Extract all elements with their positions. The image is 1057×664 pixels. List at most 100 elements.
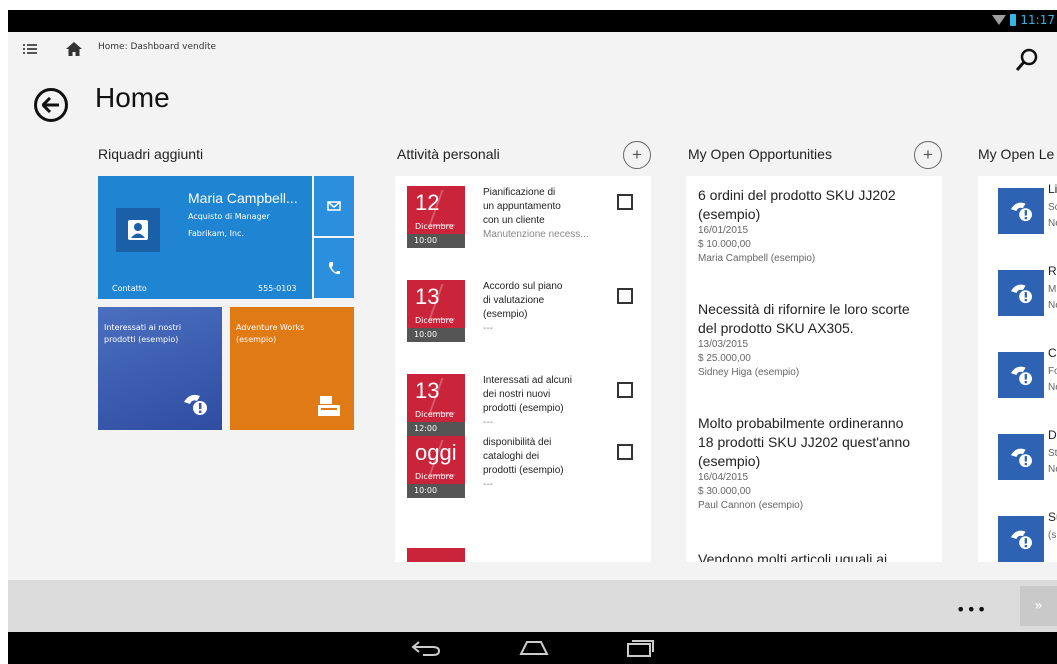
lead-status: Ne — [1048, 382, 1057, 393]
activity-text: Interessati ad alcuni dei nostri nuovi p… — [483, 374, 601, 430]
activity-month: Dicembre — [415, 222, 454, 231]
activity-line: un appuntamento — [483, 201, 561, 212]
activity-line: cataloghi dei — [483, 451, 540, 462]
page-title: Home — [95, 82, 170, 113]
next-page-button[interactable]: » — [1020, 586, 1057, 626]
battery-icon — [1010, 14, 1017, 26]
lead-badge — [998, 352, 1044, 398]
wifi-icon — [992, 15, 1007, 25]
activity-line: di valutazione — [483, 295, 545, 306]
activity-complete-checkbox[interactable] — [617, 288, 633, 304]
activity-subtitle: Manutenzione necess... — [483, 229, 589, 240]
lead-company: (s — [1048, 530, 1057, 541]
activity-line: (esempio) — [483, 309, 528, 320]
activity-complete-checkbox[interactable] — [617, 194, 633, 210]
opportunity-owner: Paul Cannon (esempio) — [698, 500, 804, 511]
opportunity-item[interactable]: Vendono molti articoli uguali ai — [698, 550, 934, 562]
list-menu-icon — [23, 44, 37, 54]
activity-line: dei nostri nuovi — [483, 389, 551, 400]
opportunity-title-line: Necessità di rifornire le loro scorte — [698, 301, 910, 317]
android-screen: 11:17 Home: Dashboard vendite Home Riqua… — [0, 0, 1057, 664]
lead-text: Ro M Ne — [1048, 258, 1057, 340]
nav-recents-button[interactable] — [618, 636, 662, 660]
nav-back-button[interactable] — [404, 636, 448, 660]
activity-text: Pianificazione di un appuntamento con un… — [483, 186, 601, 242]
opportunity-item[interactable]: Molto probabilmente ordineranno 18 prodo… — [698, 414, 934, 513]
add-activity-button[interactable]: + — [623, 141, 651, 169]
opportunity-date: 16/04/2015 — [698, 472, 749, 483]
interested-products-tile[interactable]: Interessati ai nostri prodotti (esempio) — [98, 307, 222, 430]
status-icons: 11:17 — [992, 13, 1055, 27]
lead-company: M — [1048, 284, 1057, 295]
opportunity-title-line: 18 prodotti SKU JJ202 quest'anno — [698, 434, 911, 450]
app-bar: ••• » — [8, 580, 1057, 632]
contact-name: Maria Campbell... — [188, 190, 298, 206]
activity-subtitle: --- — [483, 323, 493, 334]
search-button[interactable] — [1013, 46, 1041, 74]
nav-home-button[interactable] — [512, 636, 556, 660]
lead-item[interactable]: D Ste Ne — [978, 422, 1057, 504]
opportunity-title-line: (esempio) — [698, 206, 761, 222]
activity-item[interactable]: 13 Dicembre 10:00 Accordo sul piano di v… — [395, 270, 651, 352]
lead-item[interactable]: Li Sc Ne — [978, 176, 1057, 258]
activity-day: oggi — [415, 440, 457, 465]
lead-item[interactable]: Ro M Ne — [978, 258, 1057, 340]
opportunity-title-line: Molto probabilmente ordineranno — [698, 415, 904, 431]
leads-title[interactable]: My Open Le — [978, 146, 1054, 162]
pinned-tiles-title: Riquadri aggiunti — [98, 146, 204, 162]
contact-tile[interactable]: Maria Campbell... Acquisto di Manager Fa… — [98, 176, 312, 299]
activity-text: Accordo sul piano di valutazione (esempi… — [483, 280, 601, 336]
nav-menu-button[interactable] — [18, 39, 42, 59]
lead-company: Sc — [1048, 202, 1057, 213]
activity-complete-checkbox[interactable] — [617, 444, 633, 460]
lead-badge — [998, 516, 1044, 562]
email-contact-button[interactable] — [314, 176, 354, 236]
activity-item[interactable]: 12 Dicembre 10:00 Pianificazione di un a… — [395, 176, 651, 258]
activity-month: Dicembre — [415, 316, 454, 325]
search-icon — [1015, 48, 1038, 71]
home-button[interactable] — [62, 38, 86, 60]
lead-badge — [998, 188, 1044, 234]
opportunity-title-line: 6 ordini del prodotto SKU JJ202 — [698, 187, 896, 203]
status-time: 11:17 — [1020, 13, 1055, 27]
activity-time: 10:00 — [407, 328, 465, 342]
activity-line: prodotti (esempio) — [483, 465, 564, 476]
contact-card-icon — [128, 220, 148, 240]
opportunity-item[interactable]: 6 ordini del prodotto SKU JJ202 (esempio… — [698, 186, 934, 266]
back-button[interactable] — [34, 88, 68, 122]
activity-complete-checkbox[interactable] — [617, 382, 633, 398]
activity-line: prodotti (esempio) — [483, 403, 564, 414]
activities-title[interactable]: Attività personali — [397, 146, 500, 162]
activity-date-badge: 12 Dicembre 10:00 — [407, 186, 465, 248]
lead-badge — [998, 270, 1044, 316]
activity-item[interactable]: oggi Dicembre 10:00 disponibilità dei ca… — [395, 426, 651, 508]
contact-company: Fabrikam, Inc. — [188, 229, 245, 238]
activity-date-badge: 13 Dicembre 10:00 — [407, 280, 465, 342]
opportunities-title[interactable]: My Open Opportunities — [688, 146, 832, 162]
opportunity-title: Necessità di rifornire le loro scorte de… — [698, 300, 934, 338]
opportunity-item[interactable]: Necessità di rifornire le loro scorte de… — [698, 300, 934, 380]
lead-status: Ne — [1048, 218, 1057, 229]
lead-name: D — [1048, 428, 1057, 442]
lead-phone-icon — [1010, 202, 1032, 222]
activity-day: 12 — [415, 190, 440, 215]
activity-item-partial[interactable] — [395, 518, 651, 562]
lead-phone-icon — [1010, 284, 1032, 304]
lead-phone-icon — [1010, 530, 1032, 550]
lead-item[interactable]: Co Fo Ne — [978, 340, 1057, 422]
lead-name: Li — [1048, 182, 1057, 196]
breadcrumb[interactable]: Home: Dashboard vendite — [98, 42, 216, 52]
add-opportunity-button[interactable]: + — [914, 141, 942, 169]
lead-item[interactable]: Su (s — [978, 504, 1057, 562]
lead-name: Co — [1048, 346, 1057, 360]
activity-day: 13 — [415, 284, 440, 309]
more-options-button[interactable]: ••• — [956, 600, 987, 619]
call-contact-button[interactable] — [314, 238, 354, 298]
crm-app: Home: Dashboard vendite Home Riquadri ag… — [8, 32, 1057, 632]
lead-status: Ne — [1048, 464, 1057, 475]
lead-text: Li Sc Ne — [1048, 176, 1057, 258]
activity-time: 10:00 — [407, 484, 465, 498]
adventure-works-tile[interactable]: Adventure Works (esempio) — [230, 307, 354, 430]
contact-avatar — [116, 208, 160, 252]
lead-phone-icon — [1010, 448, 1032, 468]
